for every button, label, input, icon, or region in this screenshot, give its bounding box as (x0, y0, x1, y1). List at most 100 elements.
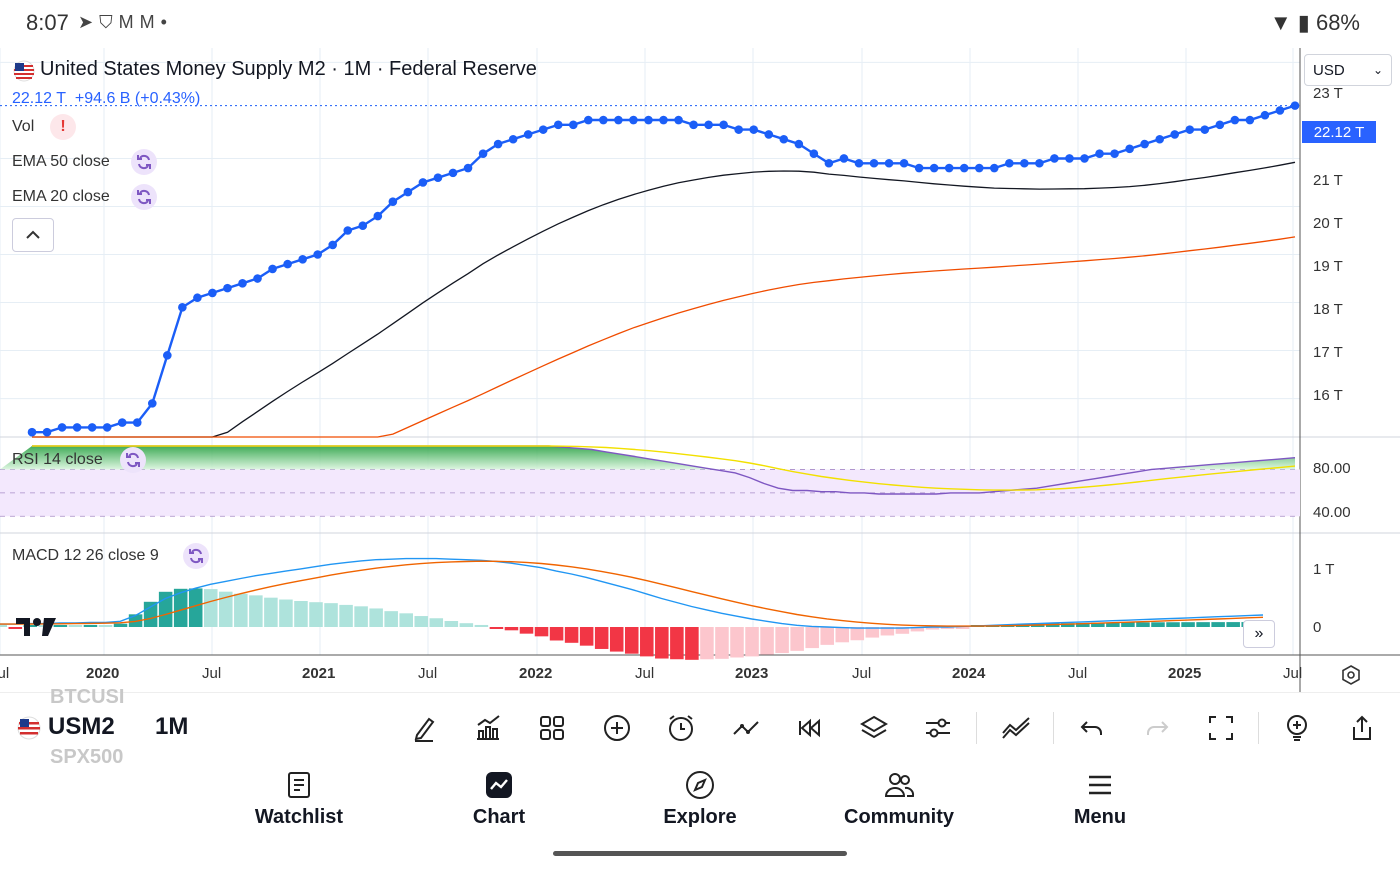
macd-histogram-bar (68, 625, 83, 627)
m2-point (253, 274, 262, 283)
m2-point (478, 149, 488, 158)
currency-select[interactable]: USD ⌄ (1304, 54, 1392, 86)
m2-point (1095, 149, 1104, 158)
m2-point (313, 250, 322, 259)
macd-histogram-bar (279, 599, 293, 627)
replay-icon[interactable] (790, 708, 830, 748)
compare-icon[interactable] (996, 708, 1036, 748)
undo-icon[interactable] (1072, 708, 1112, 748)
warning-icon[interactable]: ! (50, 114, 76, 140)
macd-histogram-bar (700, 627, 714, 660)
ema50-label[interactable]: EMA 50 close (12, 153, 110, 171)
nav-watchlist[interactable]: Watchlist (219, 770, 379, 829)
nav-chart[interactable]: Chart (419, 770, 579, 829)
refresh-icon[interactable] (131, 149, 157, 175)
m2-line (32, 104, 1296, 434)
nav-menu[interactable]: Menu (1020, 770, 1180, 829)
m2-point (1110, 149, 1119, 158)
chevron-down-icon: ⌄ (1372, 63, 1383, 77)
macd-histogram-bar (384, 611, 398, 627)
vol-label[interactable]: Vol (12, 118, 34, 136)
rsi-axis-label: 80.00 (1313, 460, 1351, 477)
nav-community[interactable]: Community (819, 770, 979, 829)
settings-sliders-icon[interactable] (918, 708, 958, 748)
m2-point (208, 288, 217, 298)
legend-values: 22.12 T +94.6 B (+0.43%) (12, 90, 200, 108)
us-flag-icon (12, 60, 36, 82)
m2-point (719, 120, 728, 130)
nav-label: Explore (663, 806, 737, 828)
drawing-tools-icon[interactable] (726, 708, 766, 748)
macd-histogram-bar (609, 627, 624, 652)
macd-histogram-bar (1121, 622, 1135, 627)
m2-point (839, 154, 849, 163)
idea-icon[interactable] (1277, 708, 1317, 748)
fullscreen-icon[interactable] (1201, 708, 1241, 748)
macd-histogram-bar (1211, 622, 1225, 627)
m2-point (929, 163, 939, 173)
pencil-icon[interactable] (404, 708, 444, 748)
m2-point (749, 125, 759, 134)
refresh-icon[interactable] (120, 447, 146, 473)
m2-point (328, 240, 338, 250)
m2-point (72, 423, 82, 432)
m2-point (974, 163, 984, 173)
macd-histogram-bar (715, 627, 729, 659)
macd-histogram-bar (143, 601, 158, 627)
macd-histogram-bar (234, 593, 248, 627)
rsi-overbought-fill (0, 446, 1295, 470)
alert-icon[interactable] (661, 708, 701, 748)
m2-point (433, 173, 443, 182)
m2-point (1185, 125, 1195, 134)
m2-point (117, 418, 127, 427)
macd-label[interactable]: MACD 12 26 close 9 (12, 547, 159, 565)
redo-icon[interactable] (1137, 708, 1177, 748)
us-flag-icon (16, 716, 42, 745)
scroll-to-latest-button[interactable]: » (1243, 620, 1275, 648)
rsi-label[interactable]: RSI 14 close (12, 451, 103, 469)
m2-point (268, 264, 277, 274)
ema50-line (32, 161, 1296, 438)
macd-histogram-bar (745, 627, 759, 657)
m2-point (824, 158, 834, 168)
chart-canvas[interactable] (0, 0, 1400, 692)
refresh-icon[interactable] (183, 543, 209, 569)
ema20-label[interactable]: EMA 20 close (12, 188, 110, 206)
macd-axis-label: 0 (1313, 619, 1322, 636)
macd-histogram-bar (113, 623, 128, 627)
macd-histogram-bar (805, 627, 819, 649)
previous-symbol[interactable]: BTCUSI (50, 686, 124, 709)
m2-point (147, 399, 157, 408)
m2-point (1140, 139, 1149, 149)
chart-settings-icon[interactable] (1338, 664, 1364, 686)
last-value: 22.12 T (12, 90, 66, 107)
symbol-name[interactable]: USM2 (48, 713, 115, 741)
m2-point (704, 120, 713, 130)
layers-icon[interactable] (854, 708, 894, 748)
macd-histogram-bar (579, 627, 594, 646)
m2-point (27, 427, 37, 437)
collapse-legend-button[interactable] (12, 218, 54, 252)
macd-histogram-bar (83, 624, 98, 627)
interval-button[interactable]: 1M (155, 713, 188, 741)
macd-histogram-bar (354, 606, 368, 627)
m2-point (689, 120, 698, 130)
share-icon[interactable] (1342, 708, 1382, 748)
change-value: +94.6 B (+0.43%) (74, 90, 201, 107)
chart-title[interactable]: United States Money Supply M2 · 1M · Fed… (40, 58, 537, 81)
macd-histogram-bar (309, 602, 323, 627)
m2-point (132, 418, 142, 427)
add-icon[interactable] (597, 708, 637, 748)
macd-histogram-bar (775, 627, 789, 654)
m2-point (1245, 115, 1255, 125)
refresh-icon[interactable] (131, 184, 157, 210)
layout-grid-icon[interactable] (532, 708, 572, 748)
indicators-icon[interactable] (468, 708, 508, 748)
m2-point (508, 134, 518, 144)
m2-point (914, 163, 924, 173)
nav-explore[interactable]: Explore (620, 770, 780, 829)
m2-point (223, 283, 232, 293)
macd-histogram-bar (369, 608, 383, 627)
m2-point (794, 139, 804, 149)
macd-histogram-bar (339, 604, 353, 627)
